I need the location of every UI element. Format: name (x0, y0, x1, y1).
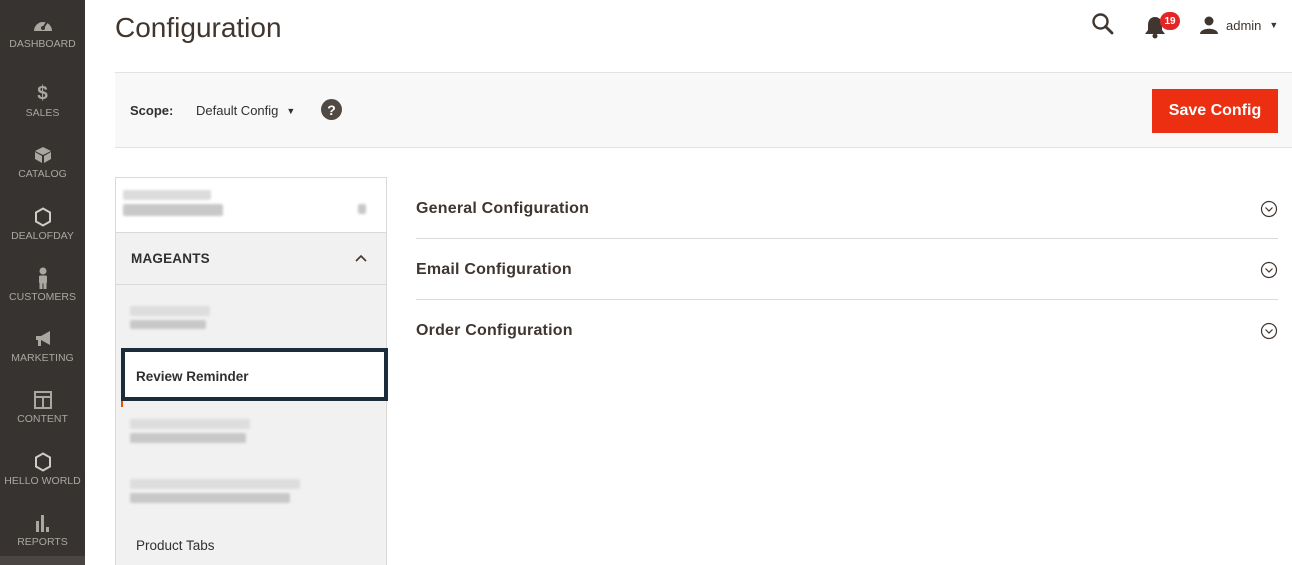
tab-link-redacted[interactable] (116, 403, 386, 461)
expand-circle-icon[interactable] (1260, 200, 1278, 218)
scope-label: Scope: (130, 103, 174, 118)
nav-item-reports[interactable]: REPORTS (0, 500, 85, 560)
tab-link-redacted[interactable] (116, 463, 386, 521)
nav-item-marketing[interactable]: MARKETING (0, 316, 85, 376)
dashboard-icon (32, 14, 54, 36)
person-icon (37, 267, 49, 289)
notifications-button[interactable]: 19 (1144, 12, 1180, 39)
nav-more[interactable] (0, 556, 85, 565)
hexagon-icon (34, 451, 52, 473)
tab-section-mageants[interactable]: MAGEANTS (116, 233, 386, 285)
scope-switcher[interactable]: Default Config ▼ (196, 103, 295, 118)
nav-label: MARKETING (11, 352, 74, 364)
tab-link-label: Product Tabs (136, 538, 215, 553)
bar-chart-icon (34, 512, 52, 534)
nav-label: DEALOFDAY (11, 230, 74, 242)
redacted-text (123, 204, 223, 216)
tab-link-redacted[interactable] (116, 288, 386, 346)
redacted-text (130, 320, 206, 329)
chevron-up-icon (355, 254, 367, 262)
nav-item-hello-world[interactable]: HELLO WORLD (0, 439, 85, 499)
user-icon (1200, 16, 1218, 34)
nav-label: HELLO WORLD (4, 475, 81, 487)
nav-label: DASHBOARD (9, 38, 76, 50)
section-general-configuration[interactable]: General Configuration (416, 178, 1278, 239)
tab-link-review-reminder[interactable]: Review Reminder (121, 348, 388, 407)
active-marker (121, 401, 123, 407)
section-title: General Configuration (416, 200, 590, 217)
tab-group-redacted[interactable] (116, 178, 386, 233)
redacted-text (130, 419, 250, 429)
redacted-text (130, 493, 290, 503)
redacted-text (130, 479, 300, 489)
dollar-icon: $ (37, 83, 48, 104)
nav-label: CONTENT (17, 413, 68, 425)
section-email-configuration[interactable]: Email Configuration (416, 239, 1278, 300)
redacted-text (123, 190, 211, 200)
nav-item-catalog[interactable]: CATALOG (0, 132, 85, 192)
notification-count-badge: 19 (1160, 12, 1180, 30)
search-icon (1092, 13, 1114, 35)
nav-label: SALES (25, 107, 60, 119)
search-button[interactable] (1091, 12, 1115, 36)
redacted-text (130, 306, 210, 316)
nav-item-dealofday[interactable]: DEALOFDAY (0, 194, 85, 254)
caret-down-icon: ▼ (286, 105, 296, 116)
box-icon (34, 144, 52, 166)
nav-item-sales[interactable]: $ SALES (0, 71, 85, 131)
page-title: Configuration (115, 12, 282, 43)
scope-value: Default Config (196, 103, 279, 118)
user-menu[interactable]: admin ▼ (1199, 14, 1278, 36)
config-sections: General Configuration Email Configuratio… (416, 178, 1292, 361)
save-config-button[interactable]: Save Config (1152, 89, 1278, 133)
scope-bar: Scope: Default Config ▼ ? Save Config (115, 72, 1292, 148)
nav-label: CATALOG (18, 168, 67, 180)
section-title: MAGEANTS (131, 251, 210, 266)
user-name: admin (1226, 17, 1262, 33)
layout-icon (33, 389, 52, 411)
hexagon-icon (34, 206, 52, 228)
section-title: Email Configuration (416, 261, 572, 278)
help-icon[interactable]: ? (321, 99, 342, 120)
megaphone-icon (33, 328, 53, 350)
nav-item-content[interactable]: CONTENT (0, 377, 85, 437)
expand-circle-icon[interactable] (1260, 322, 1278, 340)
section-order-configuration[interactable]: Order Configuration (416, 300, 1278, 361)
admin-sidebar: DASHBOARD $ SALES CATALOG DEALOFDAY CUST… (0, 0, 85, 565)
redacted-icon (358, 204, 366, 214)
nav-label: CUSTOMERS (9, 291, 76, 303)
nav-label: REPORTS (17, 536, 68, 548)
caret-down-icon: ▼ (1269, 20, 1279, 30)
tab-link-label: Review Reminder (136, 369, 249, 384)
nav-item-customers[interactable]: CUSTOMERS (0, 255, 85, 315)
nav-item-dashboard[interactable]: DASHBOARD (0, 2, 85, 62)
redacted-text (130, 433, 246, 443)
expand-circle-icon[interactable] (1260, 261, 1278, 279)
tab-link-product-tabs[interactable]: Product Tabs (116, 524, 386, 565)
section-title: Order Configuration (416, 322, 573, 339)
